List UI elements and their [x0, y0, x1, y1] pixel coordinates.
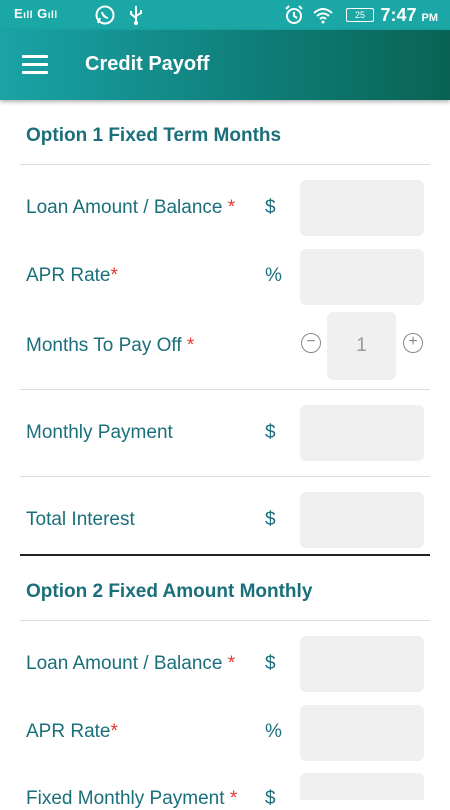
network-type-1: E — [14, 6, 24, 21]
status-bar: Eıll Gıll 25 7:47 PM — [0, 0, 450, 30]
network-type-2: G — [37, 6, 48, 21]
signal-indicators: Eıll Gıll — [14, 6, 58, 21]
divider — [20, 476, 430, 477]
option2-fixed-unit: $ — [265, 788, 276, 809]
option1-months-label: Months To Pay Off * — [26, 335, 195, 356]
option2-title: Option 2 Fixed Amount Monthly — [26, 581, 313, 602]
divider — [20, 620, 430, 621]
divider — [20, 389, 430, 390]
divider — [20, 164, 430, 165]
option1-interest-unit: $ — [265, 509, 276, 530]
option2-loan-unit: $ — [265, 653, 276, 674]
wifi-icon — [313, 8, 333, 24]
option2-apr-unit: % — [265, 721, 282, 742]
app-bar: Credit Payoff — [0, 30, 450, 100]
option2-fixed-label: Fixed Monthly Payment * — [26, 788, 238, 809]
whatsapp-icon — [95, 5, 115, 25]
option2-apr-input[interactable] — [300, 705, 424, 761]
option1-loan-input[interactable] — [300, 180, 424, 236]
decrement-icon[interactable]: − — [301, 333, 321, 353]
clock: 7:47 PM — [380, 5, 438, 25]
option1-payment-output — [300, 405, 424, 461]
menu-icon[interactable] — [22, 55, 48, 75]
option1-interest-output — [300, 492, 424, 548]
option1-loan-unit: $ — [265, 197, 276, 218]
usb-icon — [130, 6, 142, 25]
option2-fixed-input[interactable] — [300, 773, 424, 800]
option1-apr-label: APR Rate* — [26, 265, 118, 286]
option1-months-input[interactable]: 1 — [327, 312, 396, 380]
option1-interest-label: Total Interest — [26, 509, 135, 530]
option1-title: Option 1 Fixed Term Months — [26, 125, 282, 146]
option2-loan-input[interactable] — [300, 636, 424, 692]
option1-loan-label: Loan Amount / Balance * — [26, 197, 236, 218]
section-divider — [20, 554, 430, 556]
option1-payment-label: Monthly Payment — [26, 422, 173, 443]
option1-apr-unit: % — [265, 265, 282, 286]
option2-apr-label: APR Rate* — [26, 721, 118, 742]
app-title: Credit Payoff — [85, 53, 210, 75]
increment-icon[interactable]: + — [403, 333, 423, 353]
option2-loan-label: Loan Amount / Balance * — [26, 653, 236, 674]
option1-payment-unit: $ — [265, 422, 276, 443]
option1-apr-input[interactable] — [300, 249, 424, 305]
alarm-icon — [285, 5, 303, 24]
battery-icon: 25 — [346, 8, 374, 22]
